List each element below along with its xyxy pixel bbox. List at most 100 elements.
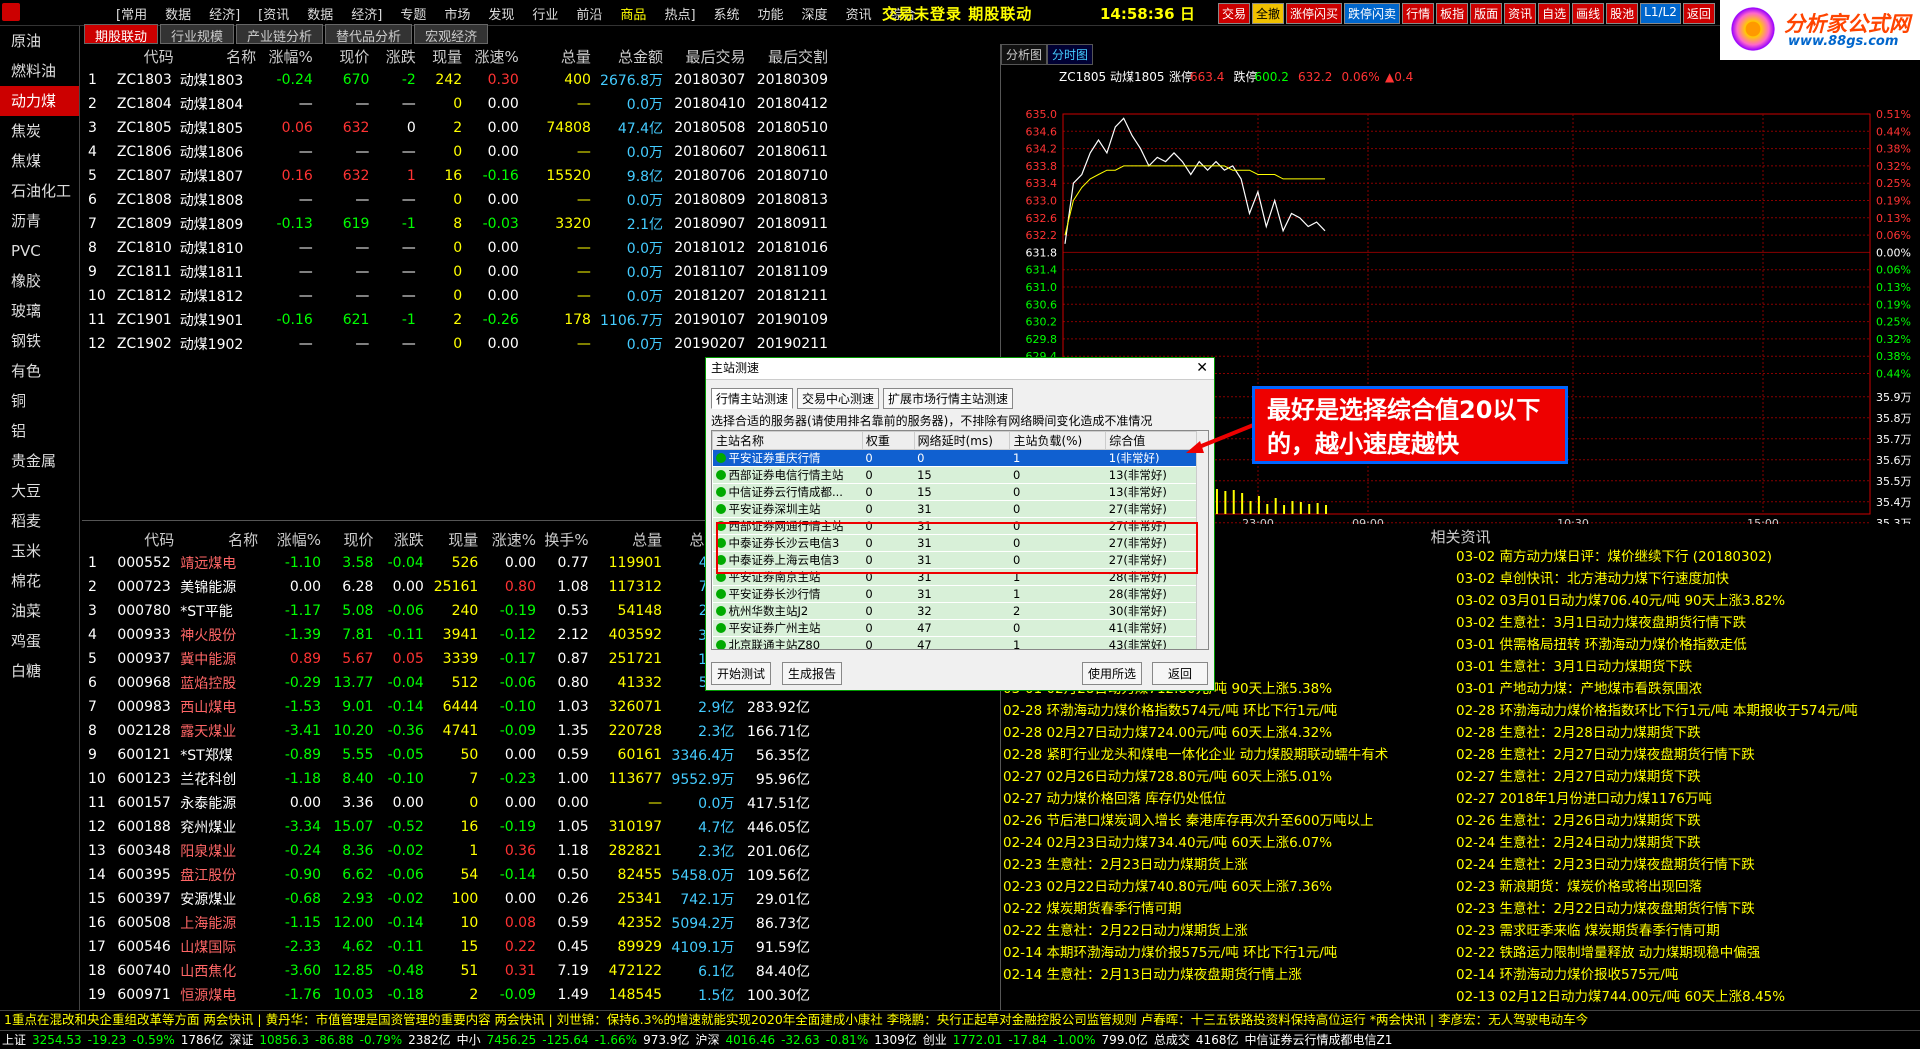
news-item[interactable]: 02-23 需求旺季来临 煤炭期货春季行情可期 — [1456, 920, 1896, 942]
news-item[interactable]: 03-01 产地动力煤：产地煤市看跌氛围浓 — [1456, 678, 1896, 700]
toolbar-button[interactable]: 自选 — [1538, 3, 1571, 24]
dialog-tab[interactable]: 交易中心测速 — [797, 388, 880, 409]
column-header[interactable]: 主站名称 — [712, 431, 863, 450]
toolbar-button[interactable]: 返回 — [1682, 3, 1715, 24]
server-row[interactable]: 平安证券长沙行情 0 31 1 28(非常好) — [712, 585, 1202, 603]
sidebar-item[interactable]: 有色 — [0, 356, 79, 386]
table-row[interactable]: 13 600348 阳泉煤业 -0.24 8.36 -0.02 1 0.36 1.18 28282… — [88, 839, 816, 863]
sidebar-item[interactable]: 沥青 — [0, 206, 79, 236]
table-row[interactable]: 7 ZC1809 动煤1809 -0.13 619 -1 8 -0.03 3320 2.1亿 201… — [88, 212, 834, 236]
server-row[interactable]: 平安证券重庆行情 0 0 1 1(非常好) — [712, 449, 1202, 467]
table-row[interactable]: 16 600508 上海能源 -1.15 12.00 -0.14 10 0.08 0.59 423… — [88, 911, 816, 935]
news-item[interactable]: 02-13 02月12日动力煤744.00元/吨 60天上涨8.45% — [1456, 986, 1896, 1008]
sidebar-item[interactable]: 铝 — [0, 416, 79, 446]
table-row[interactable]: 11 600157 永泰能源 0.00 3.36 0.00 0 0.00 0.00 — 0.0万 41… — [88, 791, 816, 815]
news-item[interactable]: 02-23 生意社：2月22日动力煤夜盘期货行情下跌 — [1456, 898, 1896, 920]
menu-item[interactable]: 热点] — [656, 4, 705, 23]
column-header[interactable]: 主站负载(%) — [1009, 431, 1107, 450]
column-header[interactable]: 涨跌 — [379, 527, 429, 551]
news-item[interactable]: 02-27 生意社：2月27日动力煤期货下跌 — [1456, 766, 1896, 788]
sidebar-item[interactable]: PVC — [0, 236, 79, 266]
toolbar-button[interactable]: 全撤 — [1252, 3, 1285, 24]
news-item[interactable]: 02-28 02月27日动力煤724.00元/吨 60天上涨4.32% — [1003, 722, 1453, 744]
tab[interactable]: 产业链分析 — [236, 24, 324, 45]
sidebar-item[interactable]: 橡胶 — [0, 266, 79, 296]
toolbar-button[interactable]: 行情 — [1402, 3, 1435, 24]
news-item[interactable]: 02-28 生意社：2月27日动力煤夜盘期货行情下跌 — [1456, 744, 1896, 766]
column-header[interactable]: 现量 — [422, 44, 468, 68]
menu-item[interactable]: [常用 — [108, 4, 157, 23]
column-header[interactable]: 涨速% — [468, 44, 525, 68]
news-item[interactable]: 02-22 铁路运力限制增量释放 动力煤期现稳中偏强 — [1456, 942, 1896, 964]
sidebar-item[interactable]: 燃料油 — [0, 56, 79, 86]
sidebar-item[interactable]: 油菜 — [0, 596, 79, 626]
table-row[interactable]: 8 002128 露天煤业 -3.41 10.20 -0.36 4741 -0.09 1.35 2… — [88, 719, 816, 743]
news-item[interactable]: 02-24 生意社：2月24日动力煤期货下跌 — [1456, 832, 1896, 854]
column-header[interactable] — [88, 44, 117, 68]
app-logo-icon[interactable] — [2, 3, 20, 21]
sidebar-item[interactable]: 鸡蛋 — [0, 626, 79, 656]
sidebar-item[interactable]: 焦炭 — [0, 116, 79, 146]
menu-item[interactable]: 市场 — [436, 4, 480, 23]
start-test-button[interactable]: 开始测试 — [711, 662, 772, 685]
news-ticker[interactable]: 1重点在混改和央企重组改革等方面 两会快讯 | 黄丹华：市值管理是国资管理的重要… — [0, 1010, 1920, 1030]
table-row[interactable]: 9 600121 *ST郑煤 -0.89 5.55 -0.05 50 0.00 0.59 6016… — [88, 743, 816, 767]
column-header[interactable]: 涨跌 — [375, 44, 421, 68]
toolbar-button[interactable]: 涨停闪买 — [1286, 3, 1343, 24]
sidebar-item[interactable]: 石油化工 — [0, 176, 79, 206]
tab[interactable]: 替代品分析 — [325, 24, 413, 45]
column-header[interactable]: 涨幅% — [264, 527, 327, 551]
column-header[interactable]: 最后交易 — [669, 44, 751, 68]
news-item[interactable]: 02-23 生意社：2月23日动力煤期货上涨 — [1003, 854, 1453, 876]
news-item[interactable]: 03-02 卓创快讯：北方港动力煤下行速度加快 — [1456, 568, 1896, 590]
close-icon[interactable]: ✕ — [1196, 360, 1208, 376]
server-row[interactable]: 杭州华数主站J2 0 32 2 30(非常好) — [712, 602, 1202, 620]
table-row[interactable]: 10 ZC1812 动煤1812 — — — 0 0.00 — 0.0万 20181207 20181… — [88, 284, 834, 308]
table-row[interactable]: 9 ZC1811 动煤1811 — — — 0 0.00 — 0.0万 20181107 201811… — [88, 260, 834, 284]
dialog-tab[interactable]: 扩展市场行情主站测速 — [883, 388, 1014, 409]
menu-item[interactable]: [资讯 — [250, 4, 299, 23]
back-button[interactable]: 返回 — [1152, 662, 1208, 685]
news-item[interactable]: 02-14 环渤海动力煤价报收575元/吨 — [1456, 964, 1896, 986]
news-item[interactable]: 02-27 动力煤价格回落 库存仍处低位 — [1003, 788, 1453, 810]
sidebar-item[interactable]: 玉米 — [0, 536, 79, 566]
column-header[interactable] — [88, 527, 117, 551]
menu-item[interactable]: 数据 — [299, 4, 343, 23]
table-row[interactable]: 7 000983 西山煤电 -1.53 9.01 -0.14 6444 -0.10 1.03 32… — [88, 695, 816, 719]
sidebar-item[interactable]: 铜 — [0, 386, 79, 416]
sidebar-item[interactable]: 钢铁 — [0, 326, 79, 356]
table-row[interactable]: 18 600740 山西焦化 -3.60 12.85 -0.48 51 0.31 7.19 472… — [88, 959, 816, 983]
tab[interactable]: 行业规模 — [160, 24, 235, 45]
sidebar-item[interactable]: 稻麦 — [0, 506, 79, 536]
sidebar-item[interactable]: 焦煤 — [0, 146, 79, 176]
menu-item[interactable]: 资讯 — [838, 4, 882, 23]
server-row[interactable]: 北京联通主站Z80 0 47 1 43(非常好) — [712, 636, 1202, 649]
tab[interactable]: 宏观经济 — [414, 24, 489, 45]
table-row[interactable]: 1 ZC1803 动煤1803 -0.24 670 -2 242 0.30 400 2676.8万… — [88, 68, 834, 92]
table-row[interactable]: 5 ZC1807 动煤1807 0.16 632 1 16 -0.16 15520 9.8亿 201… — [88, 164, 834, 188]
news-item[interactable]: 02-24 生意社：2月23日动力煤夜盘期货行情下跌 — [1456, 854, 1896, 876]
table-row[interactable]: 11 ZC1901 动煤1901 -0.16 621 -1 2 -0.26 178 1106.7万… — [88, 308, 834, 332]
news-item[interactable]: 03-01 供需格局扭转 环渤海动力煤价格指数走低 — [1456, 634, 1896, 656]
sidebar-item[interactable]: 贵金属 — [0, 446, 79, 476]
news-item[interactable]: 03-01 生意社：3月1日动力煤期货下跌 — [1456, 656, 1896, 678]
column-header[interactable]: 名称 — [180, 527, 264, 551]
sidebar-item[interactable]: 原油 — [0, 26, 79, 56]
toolbar-button[interactable]: 资讯 — [1504, 3, 1537, 24]
menu-item[interactable]: 系统 — [706, 4, 750, 23]
column-header[interactable]: 网络延时(ms) — [913, 431, 1011, 450]
column-header[interactable]: 现价 — [319, 44, 376, 68]
table-row[interactable]: 3 ZC1805 动煤1805 0.06 632 0 2 0.00 74808 47.4亿 2018… — [88, 116, 834, 140]
menu-item[interactable]: 专题 — [392, 4, 436, 23]
table-row[interactable]: 4 ZC1806 动煤1806 — — — 0 0.00 — 0.0万 20180607 201806… — [88, 140, 834, 164]
column-header[interactable]: 总金额 — [597, 44, 669, 68]
news-item[interactable]: 02-26 生意社：2月26日动力煤期货下跌 — [1456, 810, 1896, 832]
menu-item[interactable]: 功能 — [750, 4, 794, 23]
column-header[interactable]: 现量 — [430, 527, 485, 551]
news-item[interactable]: 02-27 2018年1月份进口动力煤1176万吨 — [1456, 788, 1896, 810]
table-row[interactable]: 2 ZC1804 动煤1804 — — — 0 0.00 — 0.0万 20180410 201804… — [88, 92, 834, 116]
menu-item[interactable]: 经济] — [201, 4, 250, 23]
sidebar-item[interactable]: 棉花 — [0, 566, 79, 596]
news-item[interactable]: 02-28 环渤海动力煤价格指数环比下行1元/吨 本期报收于574元/吨 — [1456, 700, 1896, 722]
column-header[interactable]: 总量 — [525, 44, 597, 68]
